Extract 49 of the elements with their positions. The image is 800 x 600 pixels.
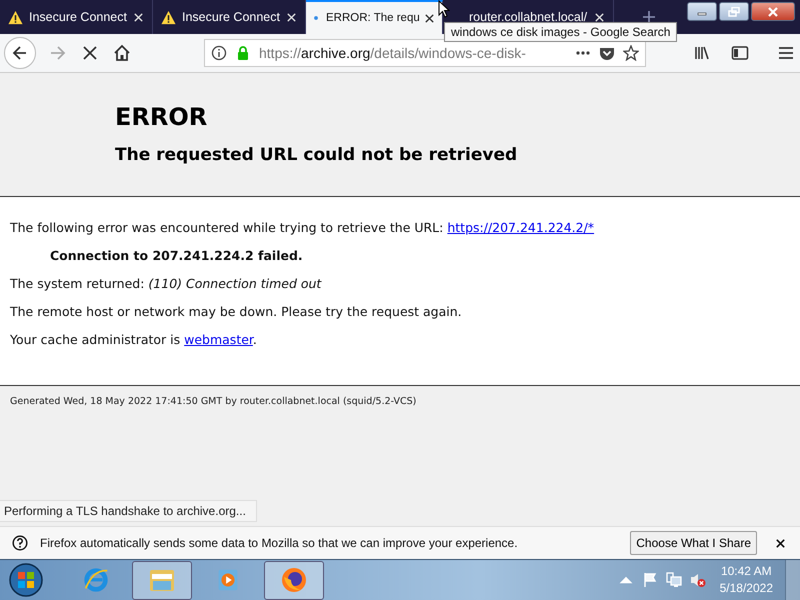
close-icon[interactable] [424,12,435,24]
link[interactable]: webmaster [184,332,253,347]
help-icon [12,535,28,551]
star-icon[interactable] [623,45,639,61]
address-bar[interactable]: https://archive.org/details/windows-ce-disk- [204,39,646,67]
mouse-pointer-icon [438,0,450,18]
tab-title: ERROR: The requ [326,12,420,24]
muted-speaker-icon[interactable] [690,572,706,588]
firefox-icon [279,565,309,595]
home-icon[interactable] [112,43,132,63]
link[interactable]: https://207.241.224.2/* [447,220,594,235]
padlock-icon [235,45,251,61]
close-icon[interactable] [775,538,786,548]
choose-what-i-share-button[interactable]: Choose What I Share [630,531,757,555]
new-tab-icon[interactable] [642,10,656,24]
url-text: https://archive.org/details/windows-ce-disk- [259,45,526,61]
clock-date: 5/18/2022 [720,580,773,597]
error-subheading: The requested URL could not be retrieved [115,145,518,165]
restore-icon [728,6,740,16]
taskbar-app[interactable] [132,560,192,600]
minimize-button[interactable] [687,2,717,21]
status-text: Performing a TLS handshake to archive.org... [0,500,257,522]
browser-tab[interactable]: ERROR: The requ [306,0,443,34]
network-icon[interactable] [666,572,682,588]
restore-button[interactable] [719,2,749,21]
tab-title: router.collabnet.local/ [469,10,588,24]
error-text: The remote host or network may be down. Please try the request again. [10,303,463,321]
error-heading: ERROR [115,103,208,131]
tab-title: Insecure Connect [182,10,280,24]
error-text: The following error was encountered while trying to retrieve the URL: https://207.241.224.2/* [10,219,596,237]
start-button[interactable] [8,562,44,598]
error-text: Your cache administrator is webmaster. [10,331,258,349]
notification-text: Firefox automatically sends some data to Mozilla so that we can improve your experience. [40,536,518,550]
tab-title: Insecure Connect [29,10,127,24]
flag-icon[interactable] [642,572,658,588]
browser-e-icon [82,566,110,594]
close-icon [767,6,779,16]
tooltip: windows ce disk images - Google Search [444,22,678,42]
info-icon[interactable] [211,45,227,61]
close-window-button[interactable] [751,2,795,21]
error-text: The system returned: (110) Connection timed out [10,275,323,293]
warning-icon [8,10,23,24]
back-button[interactable] [4,37,36,69]
taskbar-app[interactable] [264,560,324,600]
pocket-icon[interactable] [599,45,615,61]
error-detail: Connection to 207.241.224.2 failed. [49,247,304,265]
clock-time: 10:42 AM [720,563,772,580]
warning-icon [161,10,176,24]
footer-text: Generated Wed, 18 May 2022 17:41:50 GMT by router.collabnet.local (squid/5.2-VCS) [10,396,416,407]
